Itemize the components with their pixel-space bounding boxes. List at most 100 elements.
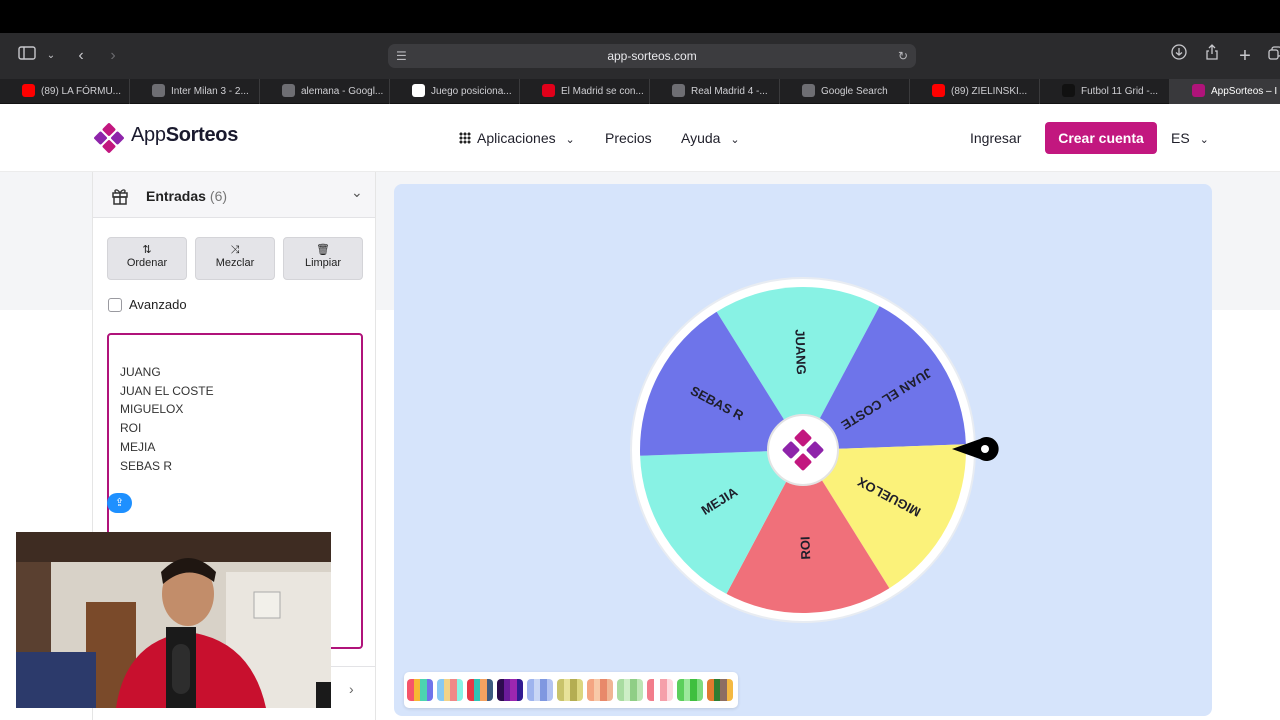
reload-icon[interactable]: ↻ — [898, 44, 908, 68]
palette-swatch-stripe — [426, 679, 433, 701]
palette-swatch[interactable] — [557, 679, 583, 701]
clear-label: Limpiar — [304, 257, 342, 269]
sidebar-toggle-icon[interactable] — [14, 43, 40, 69]
logo-suffix: Sorteos — [165, 124, 239, 146]
palette-swatch-stripe — [516, 679, 523, 701]
palette-swatch[interactable] — [527, 679, 553, 701]
chevron-down-icon: ⌄ — [1199, 134, 1209, 146]
browser-tab-label: Google Search — [821, 86, 888, 97]
sort-button[interactable]: ⇅ Ordenar — [107, 237, 187, 280]
youtube-icon — [932, 83, 945, 97]
browser-tab[interactable]: Inter Milan 3 - 2... — [130, 79, 260, 104]
tab-overview-icon[interactable] — [1262, 43, 1280, 69]
gift-icon — [112, 189, 128, 205]
palette-swatch[interactable] — [437, 679, 463, 701]
chevron-down-icon: ⌄ — [730, 134, 740, 146]
wheel-peg — [723, 593, 728, 598]
browser-tab[interactable]: (89) ZIELINSKI... — [910, 79, 1040, 104]
palette-swatch[interactable] — [677, 679, 703, 701]
palette-swatch[interactable] — [617, 679, 643, 701]
browser-tab[interactable]: Real Madrid 4 -... — [650, 79, 780, 104]
entry-line: SEBAS R — [120, 458, 173, 473]
browser-tab[interactable]: Juego posiciona... — [390, 79, 520, 104]
nav-apps-label: Aplicaciones — [477, 130, 556, 146]
wheel-peg — [878, 302, 883, 307]
chevron-right-icon[interactable]: › — [349, 681, 354, 697]
browser-tab-label: El Madrid se con... — [561, 86, 644, 97]
shuffle-icon: ⤨ — [230, 244, 240, 256]
sort-icon: ⇅ — [142, 244, 152, 256]
nav-help[interactable]: Ayuda ⌄ — [681, 128, 740, 150]
browser-tab-label: Juego posiciona... — [431, 86, 512, 97]
entries-panel-header[interactable]: Entradas (6) ⌄ — [93, 172, 375, 218]
login-link[interactable]: Ingresar — [970, 128, 1021, 148]
entry-line: JUANG — [120, 365, 161, 379]
browser-tab[interactable]: AppSorteos – I — [1170, 79, 1280, 104]
new-tab-icon[interactable]: + — [1232, 43, 1258, 69]
chevron-down-icon[interactable]: ⌄ — [38, 43, 64, 69]
palette-selector — [404, 672, 738, 708]
back-icon[interactable]: ‹ — [68, 43, 94, 69]
site-logo-text[interactable]: AppSorteos — [131, 124, 238, 147]
address-text: app-sorteos.com — [607, 49, 697, 63]
entries-count: (6) — [209, 188, 228, 204]
share-icon[interactable] — [1199, 43, 1225, 69]
google-icon — [802, 83, 815, 97]
palette-swatch[interactable] — [707, 679, 733, 701]
browser-tab-label: (89) LA FÓRMU... — [41, 86, 122, 97]
wheel-segment-label: ROI — [797, 536, 813, 560]
nav-prices[interactable]: Precios — [605, 128, 652, 148]
language-label: ES — [1171, 130, 1190, 146]
palette-swatch-stripe — [546, 679, 553, 701]
google-icon — [282, 83, 295, 97]
wheel-pointer-icon — [952, 437, 999, 461]
browser-tab[interactable]: El Madrid se con... — [520, 79, 650, 104]
advanced-label: Avanzado — [129, 297, 187, 312]
shuffle-button[interactable]: ⤨ Mezclar — [195, 237, 275, 280]
forward-icon[interactable]: › — [100, 43, 126, 69]
signup-button[interactable]: Crear cuenta — [1045, 122, 1157, 154]
palette-swatch-stripe — [606, 679, 613, 701]
palette-swatch-stripe — [696, 679, 703, 701]
spin-wheel[interactable]: JUANGJUAN EL COSTEMIGUELOXROIMEJIASEBAS … — [628, 275, 978, 625]
fc-icon — [412, 83, 425, 97]
advanced-checkbox[interactable] — [108, 298, 122, 312]
nav-apps[interactable]: Aplicaciones ⌄ — [459, 128, 575, 150]
nav-help-label: Ayuda — [681, 130, 721, 146]
marca-icon — [542, 83, 555, 97]
browser-tab-label: alemana - Googl... — [301, 86, 384, 97]
palette-swatch[interactable] — [587, 679, 613, 701]
webcam-image — [16, 532, 331, 708]
palette-swatch[interactable] — [407, 679, 433, 701]
entries-title: Entradas (6) — [146, 188, 227, 204]
browser-tab[interactable]: Futbol 11 Grid -... — [1040, 79, 1170, 104]
browser-tab[interactable]: alemana - Googl... — [260, 79, 390, 104]
chevron-down-icon[interactable]: ⌄ — [351, 184, 363, 201]
clear-button[interactable]: 🗑 Limpiar — [283, 237, 363, 280]
f11-icon — [1062, 83, 1075, 97]
palette-swatch[interactable] — [467, 679, 493, 701]
entry-line: MIGUELOX — [120, 402, 184, 417]
download-icon[interactable] — [1166, 43, 1192, 69]
browser-tab[interactable]: Google Search — [780, 79, 910, 104]
browser-tab-label: Real Madrid 4 -... — [691, 86, 768, 97]
sort-label: Ordenar — [126, 257, 168, 269]
screen-top-bar — [0, 0, 1280, 33]
palette-swatch[interactable] — [497, 679, 523, 701]
upload-icon[interactable]: ⇪ — [107, 493, 132, 513]
appsorteos-logo-icon[interactable] — [92, 121, 126, 155]
browser-tab[interactable]: (89) LA FÓRMU... — [0, 79, 130, 104]
three-icon — [152, 83, 165, 97]
entry-line: JUAN EL COSTE — [120, 383, 214, 398]
webcam-overlay — [16, 532, 331, 708]
wheel-peg — [636, 453, 641, 458]
browser-tab-label: Inter Milan 3 - 2... — [171, 86, 249, 97]
browser-tab-label: (89) ZIELINSKI... — [951, 86, 1028, 97]
language-selector[interactable]: ES ⌄ — [1171, 128, 1209, 150]
address-bar[interactable]: ☰ app-sorteos.com ↻ — [388, 44, 916, 68]
wheel-segment-label: JUANG — [792, 329, 809, 375]
logo-prefix: App — [131, 124, 166, 146]
palette-swatch[interactable] — [647, 679, 673, 701]
palette-swatch-stripe — [726, 679, 733, 701]
tab-strip: (89) LA FÓRMU... Inter Milan 3 - 2... alem… — [0, 79, 1280, 104]
